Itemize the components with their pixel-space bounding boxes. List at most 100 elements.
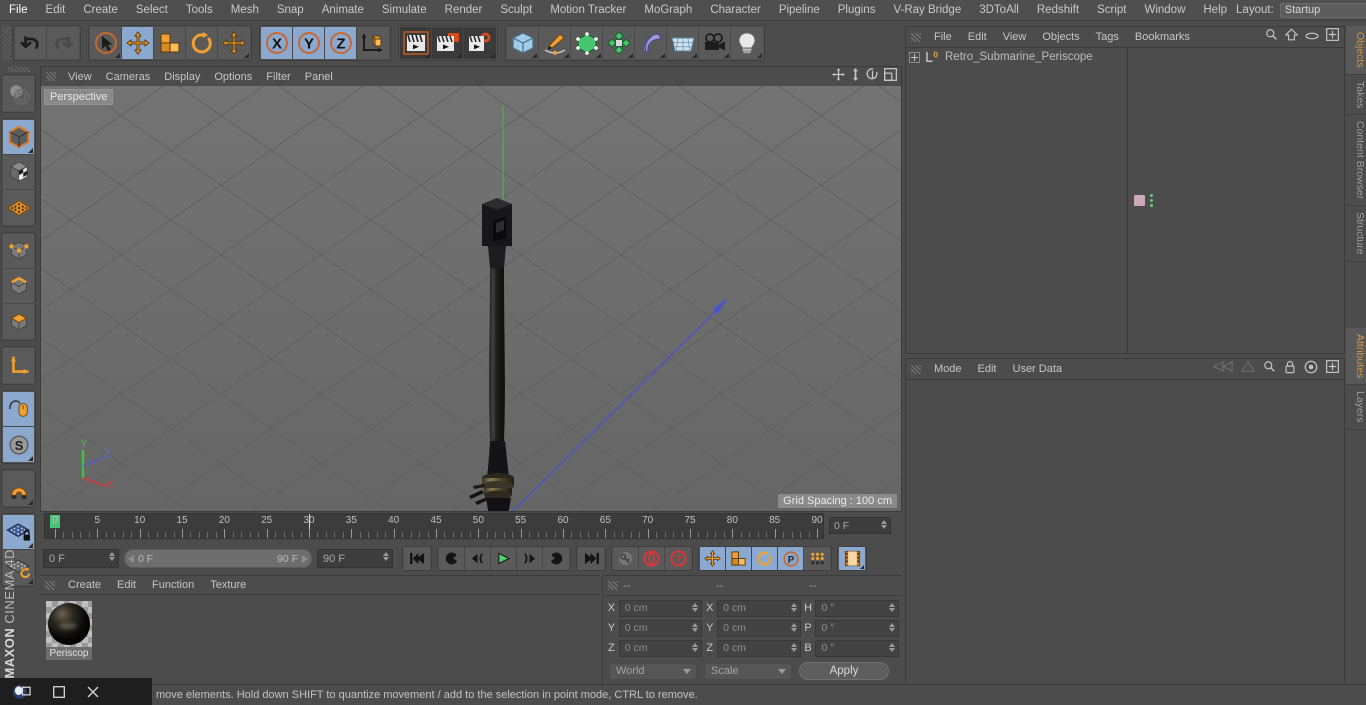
stepper-icon[interactable]	[692, 642, 699, 652]
object-tree[interactable]: 0 Retro_Submarine_Periscope	[906, 48, 1128, 353]
object-menu-objects[interactable]: Objects	[1034, 31, 1087, 43]
menu-item-window[interactable]: Window	[1135, 0, 1194, 21]
polygon-mode-button[interactable]	[3, 304, 34, 339]
timeline-frame-field[interactable]: 0 F	[829, 517, 891, 534]
undo-button[interactable]	[15, 27, 47, 59]
apply-button[interactable]: Apply	[799, 662, 889, 680]
autokeying-toggle-button[interactable]	[613, 547, 639, 570]
menu-item-redshift[interactable]: Redshift	[1028, 0, 1088, 21]
render-settings-button[interactable]	[464, 27, 496, 59]
menu-item-snap[interactable]: Snap	[268, 0, 313, 21]
tab-takes[interactable]: Takes	[1346, 74, 1366, 116]
menu-item-plugins[interactable]: Plugins	[829, 0, 885, 21]
menu-item-sculpt[interactable]: Sculpt	[491, 0, 541, 21]
render-view-button[interactable]	[400, 27, 432, 59]
viewport-grip[interactable]	[46, 72, 56, 81]
record-keyframe-button[interactable]	[639, 547, 665, 570]
size-y-input[interactable]: 0 cm	[717, 619, 801, 637]
stepper-icon[interactable]	[790, 642, 797, 652]
dolly-icon[interactable]	[850, 67, 861, 86]
size-x-input[interactable]: 0 cm	[717, 599, 801, 617]
tool-expand-corner[interactable]	[596, 53, 601, 58]
viewport-menu-cameras[interactable]: Cameras	[99, 71, 158, 83]
viewport-menu-options[interactable]: Options	[207, 71, 259, 83]
keyframe-selection-button[interactable]: ?	[665, 547, 691, 570]
app-icon[interactable]	[12, 684, 31, 700]
play-reverse-loop-button[interactable]	[439, 547, 465, 570]
menu-item-file[interactable]: File	[0, 0, 37, 21]
menu-item-create[interactable]: Create	[74, 0, 127, 21]
expand-icon[interactable]	[909, 51, 920, 63]
tool-expand-corner[interactable]	[724, 53, 729, 58]
texture-mode-button[interactable]	[3, 155, 34, 190]
add-cube-object-button[interactable]	[507, 27, 539, 59]
rotate-tool-button[interactable]	[186, 27, 218, 59]
menu-item-simulate[interactable]: Simulate	[373, 0, 436, 21]
stepper-icon[interactable]	[692, 602, 699, 612]
loop-playback-button[interactable]	[543, 547, 569, 570]
object-manager-body[interactable]: 0 Retro_Submarine_Periscope	[906, 48, 1344, 353]
object-menu-edit[interactable]: Edit	[960, 31, 995, 43]
ellipse-icon[interactable]	[1305, 28, 1319, 46]
record-scale-button[interactable]	[726, 547, 752, 570]
tool-expand-corner[interactable]	[660, 53, 665, 58]
workplane-mode-button[interactable]	[3, 190, 34, 225]
lock-icon[interactable]	[1284, 360, 1296, 379]
live-selection-button[interactable]	[90, 27, 122, 59]
material-menu-function[interactable]: Function	[144, 579, 202, 591]
record-pointlevel-button[interactable]	[804, 547, 830, 570]
lock-z-axis-button[interactable]: Z	[325, 27, 357, 59]
nav-up-icon[interactable]	[1240, 360, 1256, 378]
stepper-icon[interactable]	[790, 622, 797, 632]
redo-button[interactable]	[47, 27, 79, 59]
lock-x-axis-button[interactable]: X	[261, 27, 293, 59]
tool-expand-corner[interactable]	[425, 53, 430, 58]
tab-attributes[interactable]: Attributes	[1346, 327, 1366, 386]
world-coordinate-system-button[interactable]	[357, 27, 389, 59]
point-mode-button[interactable]	[3, 234, 34, 269]
menu-item-help[interactable]: Help	[1194, 0, 1236, 21]
viewport-menu-display[interactable]: Display	[157, 71, 207, 83]
add-deformer-object-button[interactable]	[603, 27, 635, 59]
stepper-icon[interactable]	[889, 622, 896, 632]
target-icon[interactable]	[1304, 360, 1318, 379]
menu-item-script[interactable]: Script	[1088, 0, 1135, 21]
go-to-end-button[interactable]	[578, 547, 604, 570]
magnet-tool-button[interactable]	[3, 471, 34, 506]
attribute-menu-edit[interactable]: Edit	[970, 363, 1005, 375]
tool-expand-corner[interactable]	[490, 53, 495, 58]
tab-objects[interactable]: Objects	[1346, 26, 1366, 75]
object-menu-tags[interactable]: Tags	[1088, 31, 1127, 43]
range-right-arrow-icon[interactable]	[302, 554, 308, 563]
add-bend-object-button[interactable]	[635, 27, 667, 59]
add-spline-object-button[interactable]	[539, 27, 571, 59]
enable-snap-button[interactable]	[3, 392, 34, 427]
stepper-icon[interactable]	[383, 552, 389, 561]
orbit-icon[interactable]	[866, 67, 879, 86]
size-z-input[interactable]: 0 cm	[717, 639, 801, 657]
range-left-arrow-icon[interactable]	[128, 554, 134, 563]
lock-y-axis-button[interactable]: Y	[293, 27, 325, 59]
play-forward-button[interactable]	[491, 547, 517, 570]
move-tool-button[interactable]	[122, 27, 154, 59]
viewport-menu-filter[interactable]: Filter	[259, 71, 297, 83]
menu-item-pipeline[interactable]: Pipeline	[770, 0, 829, 21]
tool-expand-corner[interactable]	[628, 53, 633, 58]
object-menu-bookmarks[interactable]: Bookmarks	[1127, 31, 1198, 43]
lock-workplane-button[interactable]	[3, 515, 34, 550]
stepper-icon[interactable]	[889, 642, 896, 652]
plus-box-icon[interactable]	[1326, 360, 1339, 378]
object-menu-file[interactable]: File	[926, 31, 960, 43]
move-tool-alt-button[interactable]	[218, 27, 250, 59]
material-thumbnail[interactable]	[46, 601, 92, 647]
model-mode-button[interactable]	[3, 120, 34, 155]
menu-item-character[interactable]: Character	[701, 0, 770, 21]
stepper-icon[interactable]	[692, 622, 699, 632]
tool-expand-corner[interactable]	[28, 543, 33, 548]
search-icon[interactable]	[1263, 360, 1276, 378]
menu-item-vray-bridge[interactable]: V-Ray Bridge	[884, 0, 970, 21]
nav-back-icon[interactable]	[1212, 360, 1233, 378]
maximize-window-icon[interactable]	[53, 685, 65, 698]
timeline-toggle-button[interactable]	[839, 547, 865, 570]
menu-item-mesh[interactable]: Mesh	[222, 0, 268, 21]
